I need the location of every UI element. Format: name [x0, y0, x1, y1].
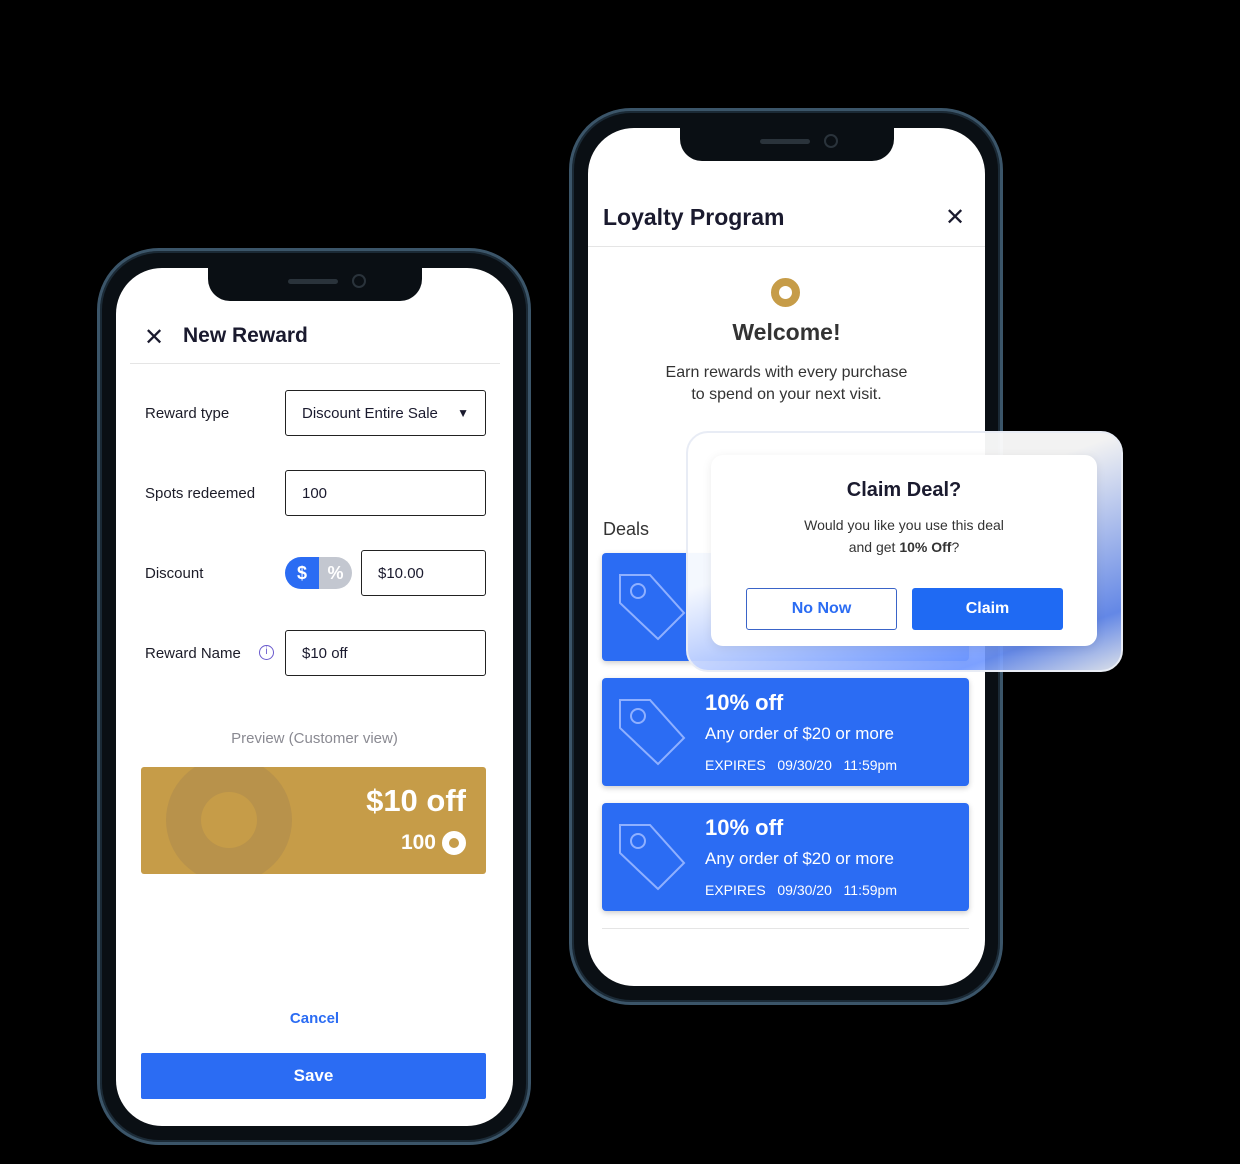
preview-label: Preview (Customer view) — [231, 730, 398, 747]
welcome-subtitle-2: to spend on your next visit. — [691, 386, 882, 403]
dialog-text-2: and get 10% Off? — [848, 539, 960, 555]
caret-down-icon: ▼ — [457, 406, 469, 420]
spots-label: Spots redeemed — [145, 485, 256, 502]
reward-name-input[interactable]: $10 off — [285, 630, 486, 676]
deal-card[interactable]: 10% off Any order of $20 or more EXPIRES… — [602, 678, 969, 786]
new-reward-screen: ✕ New Reward Reward type Discount Entire… — [116, 268, 513, 1126]
coin-icon — [771, 278, 800, 307]
notch — [207, 268, 422, 301]
toggle-dollar[interactable]: $ — [285, 557, 319, 589]
coin-icon — [442, 831, 466, 855]
reward-name-label: Reward Name — [145, 645, 241, 662]
phone-left: ✕ New Reward Reward type Discount Entire… — [97, 248, 531, 1145]
tag-icon — [619, 699, 686, 766]
discount-input[interactable]: $10.00 — [361, 550, 486, 596]
info-icon[interactable]: i — [259, 645, 274, 660]
deal-card[interactable]: 10% off Any order of $20 or more EXPIRES… — [602, 803, 969, 911]
close-icon[interactable]: ✕ — [144, 326, 164, 350]
deal-expiry: EXPIRES 09/30/20 11:59pm — [705, 882, 897, 898]
divider — [130, 363, 500, 364]
no-now-button[interactable]: No Now — [746, 588, 897, 630]
page-title: Loyalty Program — [603, 204, 785, 230]
close-icon[interactable]: ✕ — [945, 206, 965, 230]
page-title: New Reward — [183, 324, 308, 347]
deal-subtitle: Any order of $20 or more — [705, 849, 894, 868]
tag-icon — [619, 824, 686, 891]
save-button[interactable]: Save — [141, 1053, 486, 1099]
deal-title: 10% off — [705, 690, 784, 715]
discount-label: Discount — [145, 565, 204, 582]
divider — [602, 928, 969, 929]
dialog-text-1: Would you like you use this deal — [804, 517, 1004, 533]
reward-type-label: Reward type — [145, 405, 230, 422]
spots-input[interactable]: 100 — [285, 470, 486, 516]
reward-preview-card: $10 off 100 — [141, 767, 486, 874]
preview-title: $10 off — [366, 783, 466, 818]
dialog-title: Claim Deal? — [846, 479, 962, 501]
reward-type-value: Discount Entire Sale — [302, 404, 438, 422]
tag-icon — [619, 574, 686, 641]
toggle-percent[interactable]: % — [319, 557, 352, 589]
deal-expiry: EXPIRES 09/30/20 11:59pm — [705, 757, 897, 773]
divider — [588, 246, 985, 247]
welcome-heading: Welcome! — [732, 319, 841, 345]
deals-label: Deals — [603, 519, 650, 539]
claim-button[interactable]: Claim — [912, 588, 1063, 630]
notch — [679, 128, 894, 161]
welcome-subtitle-1: Earn rewards with every purchase — [665, 364, 908, 381]
reward-type-select[interactable]: Discount Entire Sale ▼ — [285, 390, 486, 436]
discount-type-toggle[interactable]: $ % — [285, 557, 352, 589]
deal-subtitle: Any order of $20 or more — [705, 724, 894, 743]
cancel-button[interactable]: Cancel — [116, 1010, 513, 1027]
preview-points: 100 — [400, 831, 436, 854]
deal-title: 10% off — [705, 815, 784, 840]
claim-dialog: Claim Deal? Would you like you use this … — [711, 455, 1097, 646]
